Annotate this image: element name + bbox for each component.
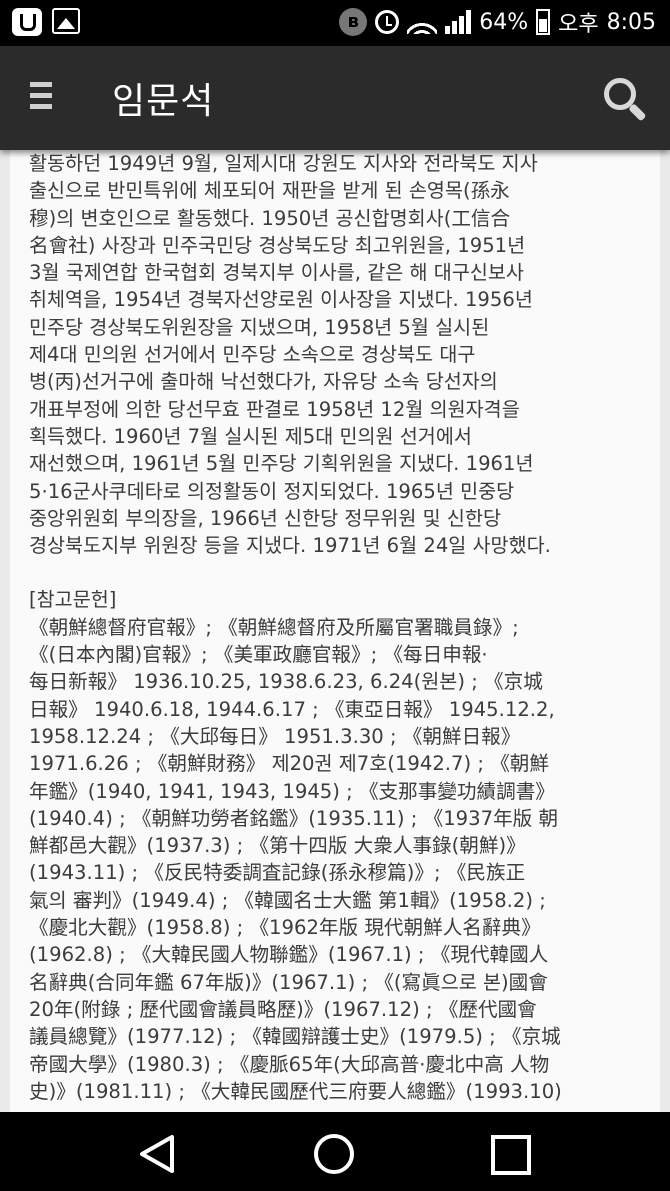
body-text-line: 5·16군사쿠데타로 의정활동이 정지되었다. 1965년 민중당 — [29, 479, 515, 503]
body-text-line: 활동하던 1949년 9월, 일제시대 강원도 지사와 전라북도 지사 — [29, 152, 538, 175]
reference-line: (1943.11) ; 《反民特委調査記錄(孫永穆篇)》; 《民族正 — [29, 861, 526, 885]
search-icon[interactable] — [604, 78, 648, 122]
gallery-icon — [52, 8, 80, 34]
article-content[interactable]: 활동하던 1949년 9월, 일제시대 강원도 지사와 전라북도 지사출신으로 … — [10, 146, 660, 1112]
status-bar: ʙ 64% 오후 8:05 — [0, 0, 670, 46]
body-text-line: 3월 국제연합 한국협회 경북지부 이사를, 같은 해 대구신보사 — [29, 261, 524, 285]
reference-line: (1940.4) ; 《朝鮮功勞者銘鑑》(1935.11) ; 《1937年版 … — [29, 806, 559, 830]
body-text-line: 경상북도지부 위원장 등을 지냈다. 1971년 6월 24일 사망했다. — [29, 534, 551, 558]
page-title: 임문석 — [112, 81, 215, 122]
article-body: 활동하던 1949년 9월, 일제시대 강원도 지사와 전라북도 지사출신으로 … — [29, 150, 646, 559]
references-header: [참고문헌] — [29, 588, 117, 612]
clock-time: 8:05 — [606, 9, 656, 35]
recent-apps-square-icon[interactable] — [490, 1134, 532, 1176]
time-period: 오후 — [558, 12, 599, 37]
body-text-line: 개표부정에 의한 당선무효 판결로 1958년 12월 의원자격을 — [29, 397, 520, 421]
battery-percent: 64% — [479, 9, 529, 35]
body-text-line: 재선했으며, 1961년 5월 민주당 기획위원을 지냈다. 1961년 — [29, 452, 534, 476]
reference-line: 日報》 1940.6.18, 1944.6.17 ; 《東亞日報》 1945.1… — [29, 697, 555, 721]
alarm-icon — [375, 10, 400, 34]
home-circle-icon[interactable] — [312, 1132, 356, 1176]
reference-line: 《朝鮮總督府官報》; 《朝鮮總督府及所屬官署職員錄》; — [29, 615, 519, 639]
references-list: 《朝鮮總督府官報》; 《朝鮮總督府及所屬官署職員錄》; 《(日本內閣)官報》; 《… — [29, 614, 646, 1105]
body-text-line: 민주당 경상북도위원장을 지냈으며, 1958년 5월 실시된 — [29, 315, 490, 339]
bluetooth-icon: ʙ — [339, 8, 368, 36]
reference-line: 年鑑》(1940, 1941, 1943, 1945) ; 《支那事變功績調書》 — [29, 779, 555, 803]
navigation-bar — [0, 1112, 670, 1191]
app-icon — [12, 8, 42, 36]
body-text-line: 중앙위원회 부의장을, 1966년 신한당 정무위원 및 신한당 — [29, 506, 502, 530]
body-text-line: 취체역을, 1954년 경북자선양로원 이사장을 지냈다. 1956년 — [29, 288, 533, 312]
body-text-line: 제4대 민의원 선거에서 민주당 소속으로 경상북도 대구 — [29, 343, 476, 367]
reference-line: 議員總覽》(1977.12) ; 《韓國辯護士史》(1979.5) ; 《京城 — [29, 1025, 561, 1049]
reference-line: 鮮都邑大觀》(1937.3) ; 《第十四版 大衆人事錄(朝鮮)》 — [29, 834, 526, 858]
battery-icon — [536, 9, 551, 35]
reference-line: 20年(附錄 ; 歷代國會議員略歷)》(1967.12) ; 《歷代國會 — [29, 997, 537, 1021]
app-bar: 임문석 — [0, 46, 670, 150]
reference-line: 《慶北大觀》(1958.8) ; 《1962年版 現代朝鮮人名辭典》 — [29, 916, 541, 940]
reference-line: 1971.6.26 ; 《朝鮮財務》 제20권 제7호(1942.7) ; 《朝… — [29, 752, 549, 776]
reference-line: 氣의 審判》(1949.4) ; 《韓國名士大鑑 第1輯》(1958.2) ; — [29, 888, 546, 912]
body-text-line: 穆)의 변호인으로 활동했다. 1950년 공신합명회사(工信合 — [29, 206, 511, 230]
reference-line: 史)》(1981.11) ; 《大韓民國歷代三府要人總鑑》(1993.10) — [29, 1079, 562, 1103]
body-text-line: 名會社) 사장과 민주국민당 경상북도당 최고위원을, 1951년 — [29, 233, 526, 257]
wifi-icon — [407, 10, 438, 34]
reference-line: 帝國大學》(1980.3) ; 《慶脈65年(大邱高普·慶北中高 人物 — [29, 1052, 550, 1076]
reference-line: 每日新報》 1936.10.25, 1938.6.23, 6.24(원본) ; … — [29, 670, 543, 694]
body-text-line: 출신으로 반민특위에 체포되어 재판을 받게 된 손영목(孫永 — [29, 179, 510, 203]
signal-icon — [445, 10, 472, 34]
reference-line: (1962.8) ; 《大韓民國人物聯鑑》(1967.1) ; 《現代韓國人 — [29, 943, 549, 967]
body-text-line: 획득했다. 1960년 7월 실시된 제5대 민의원 선거에서 — [29, 424, 472, 448]
reference-line: 名辭典(合同年鑑 67年版)》(1967.1) ; 《(寫眞으로 본)國會 — [29, 970, 548, 994]
reference-line: 《(日本內閣)官報》; 《美軍政廳官報》; 《每日申報· — [29, 643, 488, 667]
body-text-line: 병(丙)선거구에 출마해 낙선했다가, 자유당 소속 당선자의 — [29, 370, 498, 394]
reference-line: 1958.12.24 ; 《大邱每日》 1951.3.30 ; 《朝鮮日報》 — [29, 724, 521, 748]
back-triangle-icon[interactable] — [138, 1134, 178, 1174]
hamburger-menu-icon[interactable] — [30, 82, 58, 112]
